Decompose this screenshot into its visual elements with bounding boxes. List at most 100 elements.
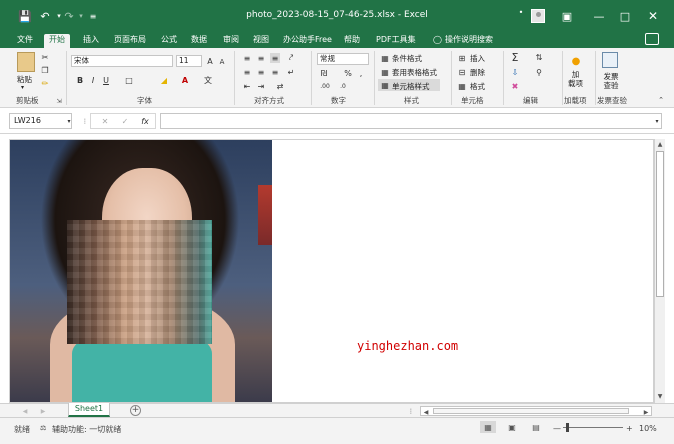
cancel-icon[interactable]: ✕: [100, 116, 110, 126]
align-right-icon[interactable]: ≡: [270, 67, 280, 77]
comma-button[interactable]: ,: [356, 68, 366, 78]
ribbon-display-icon[interactable]: ▣: [558, 8, 576, 24]
minimize-icon[interactable]: —: [590, 8, 608, 24]
underline-button[interactable]: U: [101, 75, 111, 85]
autosum-icon[interactable]: Σ: [510, 51, 520, 64]
insert-function-button[interactable]: fx: [140, 116, 150, 126]
zoom-level[interactable]: 10%: [639, 424, 657, 433]
format-painter-icon[interactable]: ✏: [40, 78, 50, 88]
close-icon[interactable]: ✕: [644, 8, 662, 24]
tab-data[interactable]: 数据: [186, 34, 212, 48]
top-align-icon[interactable]: ≡: [242, 53, 252, 63]
sort-filter-icon[interactable]: ⇅: [534, 52, 544, 62]
zoom-slider[interactable]: [563, 427, 623, 428]
customize-qat-icon[interactable]: ≡: [86, 9, 100, 23]
increase-decimal-icon[interactable]: .00: [320, 81, 330, 91]
invoice-check-button[interactable]: 发票查验: [601, 72, 621, 90]
increase-font-icon[interactable]: A: [205, 56, 215, 66]
format-cells-button[interactable]: 格式: [470, 81, 485, 92]
page-break-view-icon[interactable]: ▤: [528, 421, 544, 433]
tab-page-layout[interactable]: 页面布局: [109, 34, 151, 48]
decrease-indent-icon[interactable]: ⇤: [242, 81, 252, 91]
text-direction-icon[interactable]: ⇄: [275, 81, 285, 91]
middle-align-icon[interactable]: ≡: [256, 53, 266, 63]
align-center-icon[interactable]: ≡: [256, 67, 266, 77]
zoom-in-icon[interactable]: +: [626, 424, 633, 433]
number-format-select[interactable]: 常规: [317, 53, 369, 65]
scroll-up-icon[interactable]: ▲: [655, 139, 665, 149]
increase-indent-icon[interactable]: ⇥: [256, 81, 266, 91]
paste-button[interactable]: 粘贴: [17, 74, 32, 85]
undo-icon[interactable]: ↶: [38, 9, 52, 23]
accounting-format-icon[interactable]: ₪: [319, 68, 329, 78]
avatar[interactable]: [531, 9, 545, 23]
add-sheet-button[interactable]: +: [130, 405, 141, 416]
zoom-out-icon[interactable]: —: [553, 424, 561, 433]
tab-file[interactable]: 文件: [12, 34, 38, 48]
accessibility-status[interactable]: 辅助功能: 一切就绪: [52, 424, 121, 435]
formula-input[interactable]: [160, 113, 662, 129]
addins-button[interactable]: 加 载项: [568, 70, 584, 88]
phonetic-icon[interactable]: 文: [203, 75, 213, 85]
tab-insert[interactable]: 插入: [78, 34, 104, 48]
horizontal-scrollbar[interactable]: ◀ ▶: [420, 406, 652, 416]
conditional-format-button[interactable]: 条件格式: [392, 53, 422, 64]
scroll-right-icon[interactable]: ▶: [641, 407, 651, 417]
fill-icon[interactable]: ⇩: [510, 67, 520, 77]
tab-formulas[interactable]: 公式: [156, 34, 182, 48]
name-box[interactable]: LW216: [9, 113, 72, 129]
paste-dropdown-icon[interactable]: ▾: [21, 84, 24, 91]
tab-split-icon[interactable]: ⋮: [406, 406, 416, 416]
tab-review[interactable]: 审阅: [218, 34, 244, 48]
percent-button[interactable]: %: [343, 68, 353, 78]
page-layout-view-icon[interactable]: ▣: [504, 421, 520, 433]
sheet-tab-sheet1[interactable]: Sheet1: [68, 403, 110, 417]
font-name-select[interactable]: 宋体: [71, 55, 173, 67]
insert-cells-button[interactable]: 插入: [470, 53, 485, 64]
cut-icon[interactable]: ✂: [40, 52, 50, 62]
tab-office-helper[interactable]: 办公助手Free: [278, 34, 337, 48]
worksheet-grid[interactable]: [9, 139, 654, 403]
bottom-align-icon[interactable]: ≡: [270, 53, 280, 63]
vertical-scroll-thumb[interactable]: [656, 151, 664, 297]
expand-formula-icon[interactable]: ▾: [652, 116, 662, 126]
italic-button[interactable]: I: [88, 75, 98, 85]
horizontal-scroll-thumb[interactable]: [433, 408, 629, 414]
collapse-ribbon-icon[interactable]: ⌃: [656, 95, 666, 105]
enter-icon[interactable]: ✓: [120, 116, 130, 126]
zoom-slider-knob[interactable]: [566, 423, 569, 432]
tab-view[interactable]: 视图: [248, 34, 274, 48]
orientation-icon[interactable]: ⤤: [286, 53, 296, 63]
scroll-left-icon[interactable]: ◀: [421, 407, 431, 417]
save-icon[interactable]: 💾: [18, 9, 32, 23]
align-left-icon[interactable]: ≡: [242, 67, 252, 77]
find-select-icon[interactable]: ⚲: [534, 67, 544, 77]
font-color-icon[interactable]: A: [180, 75, 190, 85]
tell-me-search[interactable]: 操作说明搜索: [440, 34, 498, 48]
tab-help[interactable]: 帮助: [339, 34, 365, 48]
delete-cells-button[interactable]: 删除: [470, 67, 485, 78]
tab-pdf-tools[interactable]: PDF工具集: [371, 34, 421, 48]
comments-icon[interactable]: [645, 33, 659, 45]
tab-home[interactable]: 开始: [44, 34, 70, 48]
copy-icon[interactable]: ❐: [40, 65, 50, 75]
decrease-font-icon[interactable]: A: [217, 57, 227, 67]
bold-button[interactable]: B: [75, 75, 85, 85]
dialog-launcher-icon[interactable]: ⇲: [54, 96, 64, 106]
paste-icon[interactable]: [17, 52, 35, 72]
decrease-decimal-icon[interactable]: .0: [338, 81, 348, 91]
cell-styles-button[interactable]: 单元格样式: [392, 81, 430, 92]
wrap-text-icon[interactable]: ↵: [286, 67, 296, 77]
borders-icon[interactable]: □: [124, 75, 134, 85]
fill-color-icon[interactable]: ◢: [159, 75, 169, 85]
font-size-select[interactable]: 11: [176, 55, 202, 67]
vertical-scrollbar[interactable]: ▲ ▼: [654, 139, 665, 403]
embedded-photo[interactable]: [10, 140, 272, 402]
name-box-dropdown-icon[interactable]: ▾: [64, 116, 74, 126]
clear-icon[interactable]: ✖: [510, 81, 520, 91]
normal-view-icon[interactable]: ▦: [480, 421, 496, 433]
next-sheet-icon[interactable]: ▶: [38, 406, 48, 416]
scroll-down-icon[interactable]: ▼: [655, 391, 665, 401]
format-as-table-button[interactable]: 套用表格格式: [392, 67, 437, 78]
maximize-icon[interactable]: □: [616, 8, 634, 24]
